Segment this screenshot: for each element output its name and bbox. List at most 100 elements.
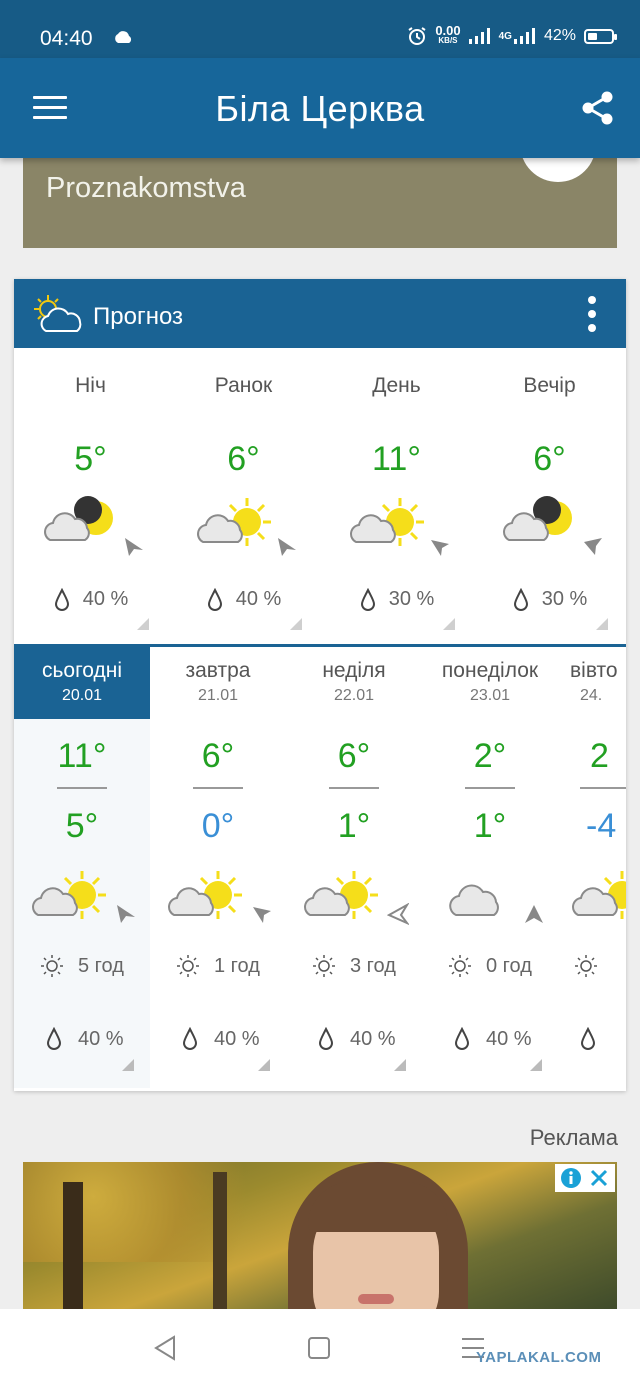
- ad-image-tree: [63, 1182, 83, 1312]
- sun-icon: [177, 955, 199, 977]
- back-icon[interactable]: [152, 1335, 178, 1361]
- ad-image-person-bangs: [308, 1182, 448, 1232]
- ad-banner-text: Proznakomstva: [46, 172, 246, 204]
- day-date: 23.01: [469, 687, 511, 704]
- day-date: 24.: [580, 687, 603, 704]
- forecast-title: Прогноз: [93, 303, 184, 330]
- raindrop-icon: [513, 588, 529, 611]
- day-tuesday[interactable]: вівто 24. 2 -4: [558, 647, 626, 1088]
- day-monday[interactable]: понеділок 23.01 2° 1° 0 год 40 %: [422, 647, 558, 1088]
- share-icon[interactable]: [582, 91, 614, 125]
- sun-icon: [41, 955, 63, 977]
- sunshine-hours: 3 год: [312, 954, 396, 978]
- cloud-moon-icon: [44, 496, 113, 541]
- period-temp: 11°: [372, 440, 421, 478]
- day-low-temp: 0°: [201, 807, 235, 845]
- cloud-sun-icon: [168, 871, 242, 919]
- ad-badges: [555, 1164, 615, 1192]
- period-rain: 40 %: [167, 588, 320, 611]
- day-header: понеділок 23.01: [422, 647, 558, 719]
- period-name: Вечір: [523, 374, 576, 397]
- day-high-temp: 2°: [473, 737, 507, 775]
- wind-direction-icon: [584, 538, 602, 555]
- expand-corner-icon: [290, 618, 302, 630]
- wind-direction-icon: [253, 907, 271, 923]
- wind-direction-icon: [525, 905, 543, 923]
- wind-direction-icon: [117, 905, 135, 923]
- status-indicators: 0.00 KB/S 4G 42%: [407, 23, 617, 46]
- sunshine-hours: 1 год: [176, 954, 260, 978]
- expand-corner-icon: [122, 1059, 134, 1071]
- app-bar: Біла Церква: [0, 58, 640, 158]
- day-header: сьогодні 20.01: [14, 647, 150, 719]
- cloud-moon-icon: [503, 496, 572, 541]
- expand-corner-icon: [137, 618, 149, 630]
- forecast-card: Прогноз Ніч 5° 40 % Ранок 6° 40 % День 1…: [14, 279, 626, 1091]
- signal-4g-icon: [513, 28, 535, 44]
- period-temp: 5°: [74, 440, 107, 478]
- day-sunday[interactable]: неділя 22.01 6° 1° 3 год 40 %: [286, 647, 422, 1088]
- ad-image-tree: [213, 1172, 227, 1312]
- network-speed: 0.00 KB/S: [435, 23, 461, 45]
- day-high-temp: 2: [590, 737, 609, 775]
- status-bar: 04:40 0.00 KB/S 4G 42%: [0, 0, 640, 58]
- period-name: Ранок: [214, 374, 273, 397]
- day-header: вівто 24.: [558, 647, 626, 719]
- day-name: вівто: [570, 659, 618, 682]
- battery-icon: [584, 28, 617, 44]
- cloud-sun-icon: [350, 498, 424, 546]
- sunshine-hours: [574, 954, 598, 978]
- raindrop-icon: [580, 1027, 596, 1050]
- period-day[interactable]: День 11° 30 %: [320, 348, 473, 644]
- watermark: YAPLAKAL.COM: [476, 1349, 602, 1366]
- day-date: 22.01: [333, 687, 375, 704]
- day-date: 21.01: [197, 687, 239, 704]
- period-night[interactable]: Ніч 5° 40 %: [14, 348, 167, 644]
- sun-icon: [575, 955, 597, 977]
- day-low-temp: -4: [586, 807, 617, 845]
- sun-icon: [449, 955, 471, 977]
- period-evening[interactable]: Вечір 6° 30 %: [473, 348, 626, 644]
- day-name: понеділок: [441, 659, 539, 682]
- day-rain: 40 %: [182, 1027, 260, 1051]
- forecast-header: Прогноз: [14, 279, 626, 348]
- cloud-notification-icon: [115, 31, 132, 43]
- day-tomorrow[interactable]: завтра 21.01 6° 0° 1 год 40 %: [150, 647, 286, 1088]
- period-morning[interactable]: Ранок 6° 40 %: [167, 348, 320, 644]
- day-rain: 40 %: [454, 1027, 532, 1051]
- sunshine-hours: 0 год: [448, 954, 532, 978]
- period-temp: 6°: [227, 440, 260, 478]
- period-rain: 40 %: [14, 588, 167, 611]
- wind-direction-icon: [278, 538, 296, 556]
- temp-divider: [580, 787, 626, 789]
- sun-icon: [313, 955, 335, 977]
- cloud-sun-icon: [32, 871, 106, 919]
- ad-banner-top[interactable]: Proznakomstva: [23, 106, 617, 248]
- raindrop-icon: [46, 1027, 62, 1050]
- expand-corner-icon: [530, 1059, 542, 1071]
- battery-percent: 42%: [543, 27, 576, 44]
- day-high-temp: 6°: [201, 737, 235, 775]
- cloud-sun-icon: [304, 871, 378, 919]
- ad-label: Реклама: [529, 1125, 618, 1150]
- network-type: 4G: [498, 30, 512, 42]
- day-date: 20.01: [61, 687, 103, 704]
- temp-divider: [329, 787, 379, 789]
- day-low-temp: 1°: [337, 807, 371, 845]
- more-options-icon[interactable]: [586, 296, 598, 332]
- alarm-icon: [408, 27, 426, 45]
- ad-info-icon[interactable]: [559, 1166, 583, 1190]
- daily-forecast: сьогодні 20.01 11° 5° 5 год 40 % завтра …: [14, 647, 626, 1088]
- period-forecast: Ніч 5° 40 % Ранок 6° 40 % День 11° 30 % …: [14, 348, 626, 647]
- ad-banner-bottom[interactable]: [23, 1162, 617, 1312]
- day-today[interactable]: сьогодні 20.01 11° 5° 5 год 40 %: [14, 647, 150, 1088]
- day-high-temp: 11°: [57, 737, 107, 775]
- weather-cloud-sun-icon: [34, 295, 82, 332]
- home-icon[interactable]: [308, 1337, 330, 1359]
- signal-icon: [468, 28, 490, 44]
- status-time: 04:40: [40, 27, 93, 50]
- ad-close-icon[interactable]: [587, 1166, 611, 1190]
- day-rain: 40 %: [46, 1027, 124, 1051]
- cloud-icon: [449, 884, 499, 916]
- wind-direction-icon: [431, 540, 449, 556]
